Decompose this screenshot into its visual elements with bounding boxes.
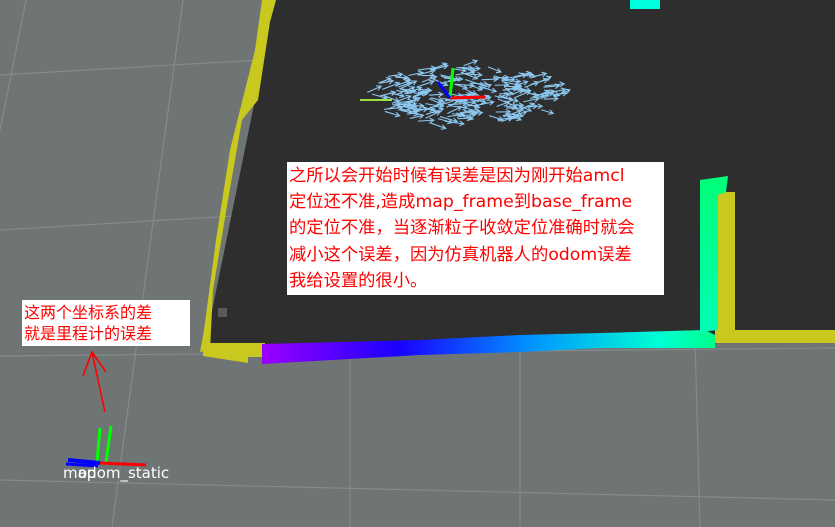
explanation-line: 我给设置的很小。 [289,270,428,291]
frame-label-odom-static: odom_static [78,464,170,482]
note-line: 就是里程计的误差 [24,324,153,343]
explanation-line: 之所以会开始时候有误差是因为刚开始amcl [289,166,625,186]
map-top-marker [630,0,660,9]
explanation-line: 的定位不准，当逐渐粒子收敛定位准确时就会 [289,218,635,239]
annotation-arrow [82,350,107,413]
note-line: 这两个坐标系的差 [24,303,153,322]
explanation-note: 之所以会开始时候有误差是因为刚开始amcl 定位还不准,造成map_frame到… [287,162,664,296]
map-right-bottom-wall [715,330,835,343]
tf-axes-icon [65,425,147,468]
map-bottom-wall [203,343,265,363]
explanation-line: 减小这个误差，因为仿真机器人的odom误差 [289,244,632,265]
odometry-error-note: 这两个坐标系的差 就是里程计的误差 [22,300,190,346]
explanation-line: 定位还不准,造成map_frame到base_frame [289,192,633,213]
map-right-wall [718,192,735,332]
map-small-cell [218,308,227,317]
